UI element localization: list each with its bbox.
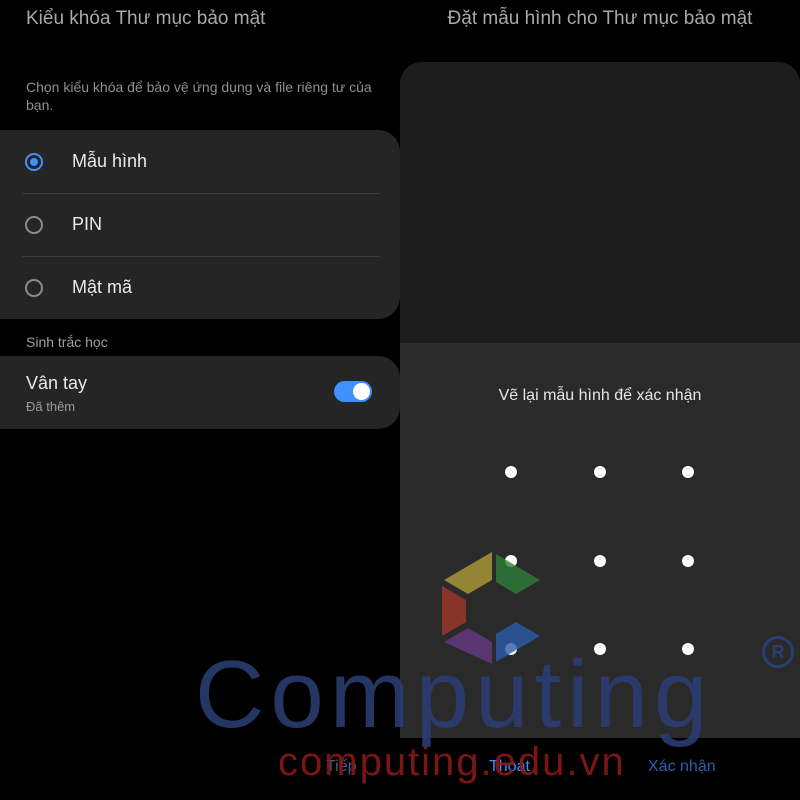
lock-option-label: Mẫu hình	[72, 151, 148, 171]
confirm-pattern-prompt: Vẽ lại mẫu hình để xác nhận	[498, 387, 702, 404]
fingerprint-status: Đã thêm	[26, 399, 76, 414]
fingerprint-toggle[interactable]	[334, 381, 372, 402]
watermark-registered-icon: R	[762, 636, 794, 668]
radio-pin-icon[interactable]	[25, 215, 43, 234]
lock-type-description: Chọn kiểu khóa để bảo vệ ứng dụng và fil…	[26, 79, 372, 113]
pattern-dot-3[interactable]	[682, 466, 694, 478]
toggle-knob	[353, 383, 370, 400]
right-page-title: Đặt mẫu hình cho Thư mục bảo mật	[447, 8, 753, 29]
pattern-dot-5[interactable]	[594, 555, 606, 567]
radio-pattern-icon[interactable]	[25, 152, 43, 171]
radio-password-icon[interactable]	[25, 278, 43, 297]
left-page-title: Kiểu khóa Thư mục bảo mật	[26, 8, 266, 29]
lock-type-card: Mẫu hình PIN Mật mã	[0, 130, 400, 319]
lock-option-pattern[interactable]: Mẫu hình	[0, 130, 400, 193]
fingerprint-title: Vân tay	[26, 373, 88, 393]
lock-option-pin[interactable]: PIN	[0, 193, 400, 256]
pattern-preview-area	[400, 62, 800, 343]
pattern-dot-6[interactable]	[682, 555, 694, 567]
pattern-dot-2[interactable]	[594, 466, 606, 478]
watermark-domain: computing.edu.vn	[278, 740, 626, 784]
lock-option-password[interactable]: Mật mã	[0, 256, 400, 319]
biometrics-section-label: Sinh trắc học	[26, 334, 108, 350]
confirm-button[interactable]: Xác nhận	[648, 758, 716, 776]
lock-option-label: PIN	[72, 214, 103, 234]
fingerprint-card[interactable]: Vân tay Đã thêm	[0, 356, 400, 429]
watermark-brand: Computing	[195, 641, 714, 748]
pattern-dot-1[interactable]	[505, 466, 517, 478]
lock-option-label: Mật mã	[72, 277, 133, 297]
